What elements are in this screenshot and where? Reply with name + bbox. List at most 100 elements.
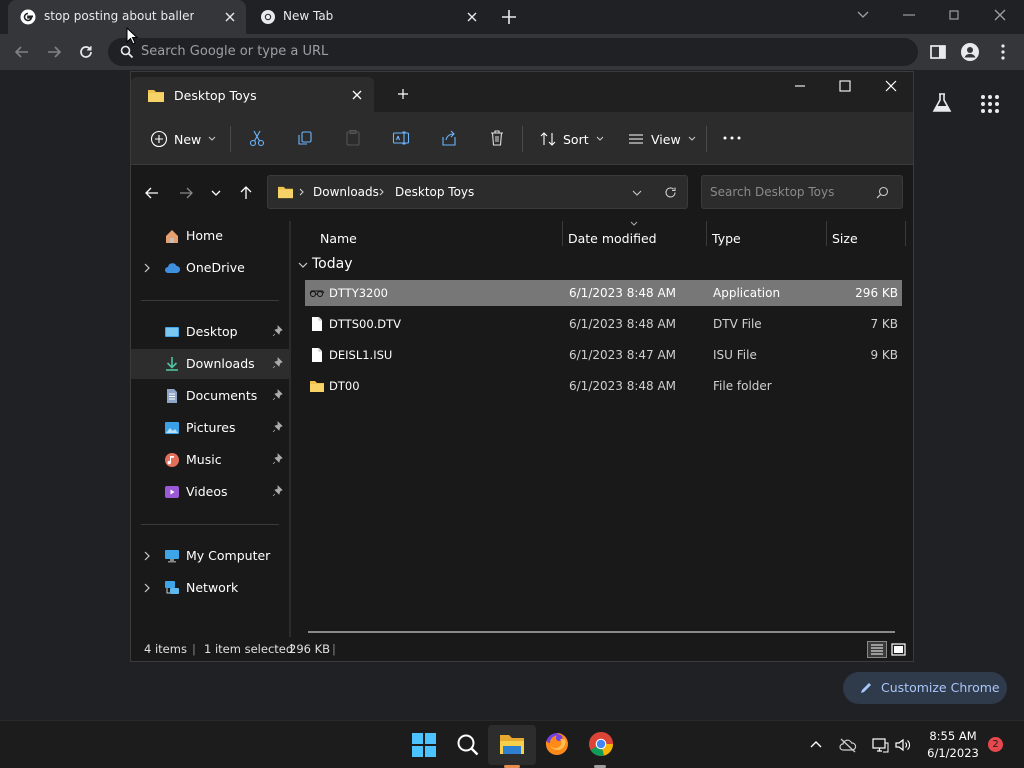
table-row[interactable]: DTTS00.DTV 6/1/2023 8:48 AM DTV File 7 K… — [305, 311, 902, 337]
sidebar-item-desktop[interactable]: Desktop — [131, 317, 289, 347]
sidebar-item-home[interactable]: Home — [131, 221, 289, 251]
back-arrow-icon[interactable] — [12, 42, 32, 62]
sidebar-item-downloads[interactable]: Downloads — [131, 349, 289, 379]
separator — [522, 126, 523, 152]
tiles-view-icon[interactable] — [890, 641, 907, 658]
windows-start-icon[interactable] — [411, 732, 437, 758]
volume-icon[interactable] — [894, 736, 912, 754]
close-icon[interactable] — [351, 89, 363, 101]
chevron-right-icon[interactable] — [142, 582, 152, 594]
pin-icon[interactable] — [272, 389, 284, 401]
clock-date[interactable]: 6/1/2023 — [925, 746, 981, 760]
sidebar-item-music[interactable]: Music — [131, 445, 289, 475]
breadcrumb-desktop-toys[interactable]: Desktop Toys — [395, 185, 474, 199]
share-icon[interactable] — [440, 129, 458, 147]
network-icon[interactable] — [871, 736, 889, 754]
tab-title: stop posting about baller - Google Searc… — [44, 9, 194, 23]
up-arrow-icon[interactable] — [238, 185, 254, 201]
maximize-icon[interactable] — [838, 79, 852, 93]
close-window-icon[interactable] — [990, 7, 1010, 23]
profile-avatar-icon[interactable] — [960, 42, 980, 62]
sidebar-item-pictures[interactable]: Pictures — [131, 413, 289, 443]
address-bar[interactable]: Downloads Desktop Toys — [267, 175, 688, 209]
videos-icon — [165, 486, 179, 498]
file-explorer-icon[interactable] — [499, 731, 525, 757]
view-button[interactable]: View — [627, 129, 697, 149]
sidebar-item-my-computer[interactable]: My Computer — [131, 541, 289, 571]
breadcrumb-downloads[interactable]: Downloads — [313, 185, 379, 199]
close-window-icon[interactable] — [884, 79, 898, 93]
onedrive-offline-icon[interactable] — [839, 736, 857, 754]
file-date: 6/1/2023 8:48 AM — [569, 379, 677, 393]
cut-scissors-icon[interactable] — [248, 129, 266, 147]
tab-new-tab[interactable]: New Tab — [248, 0, 488, 34]
sidebar-item-documents[interactable]: Documents — [131, 381, 289, 411]
recent-locations-chevron-icon[interactable] — [209, 187, 223, 199]
delete-trash-icon[interactable] — [488, 129, 506, 147]
minimize-icon[interactable] — [793, 80, 807, 92]
minimize-icon[interactable] — [899, 7, 919, 23]
side-panel-icon[interactable] — [928, 42, 948, 62]
file-icon — [312, 348, 322, 362]
new-tab-plus-icon[interactable] — [397, 88, 409, 100]
more-options-icon[interactable] — [722, 129, 742, 147]
rename-icon[interactable] — [392, 129, 410, 147]
chevron-down-icon[interactable] — [297, 260, 309, 270]
pin-icon[interactable] — [272, 485, 284, 497]
forward-arrow-icon[interactable] — [178, 185, 194, 201]
folder-icon — [278, 186, 293, 199]
chevron-down-icon[interactable] — [631, 188, 643, 198]
column-header-size[interactable]: Size — [832, 231, 858, 246]
column-header-name[interactable]: Name — [320, 231, 357, 246]
reload-icon[interactable] — [76, 42, 96, 62]
back-arrow-icon[interactable] — [144, 185, 160, 201]
sidebar-item-videos[interactable]: Videos — [131, 477, 289, 507]
details-view-icon[interactable] — [867, 641, 887, 658]
customize-chrome-button[interactable]: Customize Chrome — [843, 672, 1007, 704]
firefox-icon[interactable] — [544, 731, 570, 757]
sort-button[interactable]: Sort — [539, 129, 605, 149]
clock-time[interactable]: 8:55 AM — [928, 729, 978, 743]
search-icon[interactable] — [455, 732, 481, 758]
copy-icon[interactable] — [296, 129, 314, 147]
sidebar-item-network[interactable]: Network — [131, 573, 289, 603]
column-separator[interactable] — [905, 221, 906, 246]
tab-search-chevron-icon[interactable] — [853, 7, 873, 23]
column-header-date[interactable]: Date modified — [568, 231, 657, 246]
close-icon[interactable] — [222, 9, 238, 25]
pin-icon[interactable] — [272, 453, 284, 465]
column-separator[interactable] — [706, 221, 707, 246]
forward-arrow-icon[interactable] — [44, 42, 64, 62]
column-separator[interactable] — [562, 221, 563, 246]
chevron-right-icon[interactable] — [142, 262, 152, 274]
table-row[interactable]: DEISL1.ISU 6/1/2023 8:47 AM ISU File 9 K… — [305, 342, 902, 368]
chevron-right-icon[interactable] — [142, 550, 152, 562]
sidebar-item-label: Videos — [186, 484, 228, 499]
pin-icon[interactable] — [272, 325, 284, 337]
taskbar: 8:55 AM 6/1/2023 2 — [0, 720, 1024, 768]
column-header-type[interactable]: Type — [712, 231, 741, 246]
refresh-icon[interactable] — [663, 185, 678, 200]
new-tab-plus-icon[interactable] — [500, 8, 518, 26]
paste-icon[interactable] — [344, 129, 362, 147]
google-apps-grid-icon[interactable] — [980, 94, 1000, 114]
new-button[interactable]: New — [150, 129, 217, 149]
chrome-icon[interactable] — [588, 731, 614, 757]
pin-icon[interactable] — [272, 357, 284, 369]
pin-icon[interactable] — [272, 421, 284, 433]
column-separator[interactable] — [826, 221, 827, 246]
sidebar-item-onedrive[interactable]: OneDrive — [131, 253, 289, 283]
group-header-today[interactable]: Today — [312, 256, 353, 272]
search-input[interactable]: Search Desktop Toys — [701, 175, 903, 209]
notification-badge[interactable]: 2 — [988, 737, 1003, 752]
omnibox[interactable]: Search Google or type a URL — [108, 38, 918, 66]
close-icon[interactable] — [464, 9, 480, 25]
show-hidden-icons-chevron-icon[interactable] — [807, 736, 825, 754]
table-row[interactable]: DT00 6/1/2023 8:48 AM File folder — [305, 373, 902, 399]
horizontal-scrollbar[interactable] — [308, 631, 895, 633]
kebab-menu-icon[interactable] — [993, 42, 1013, 62]
table-row[interactable]: DTTY3200 6/1/2023 8:48 AM Application 29… — [305, 280, 902, 306]
labs-flask-icon[interactable] — [931, 92, 953, 114]
restore-icon[interactable] — [944, 7, 964, 23]
explorer-tab-desktop-toys[interactable]: Desktop Toys — [131, 77, 374, 112]
